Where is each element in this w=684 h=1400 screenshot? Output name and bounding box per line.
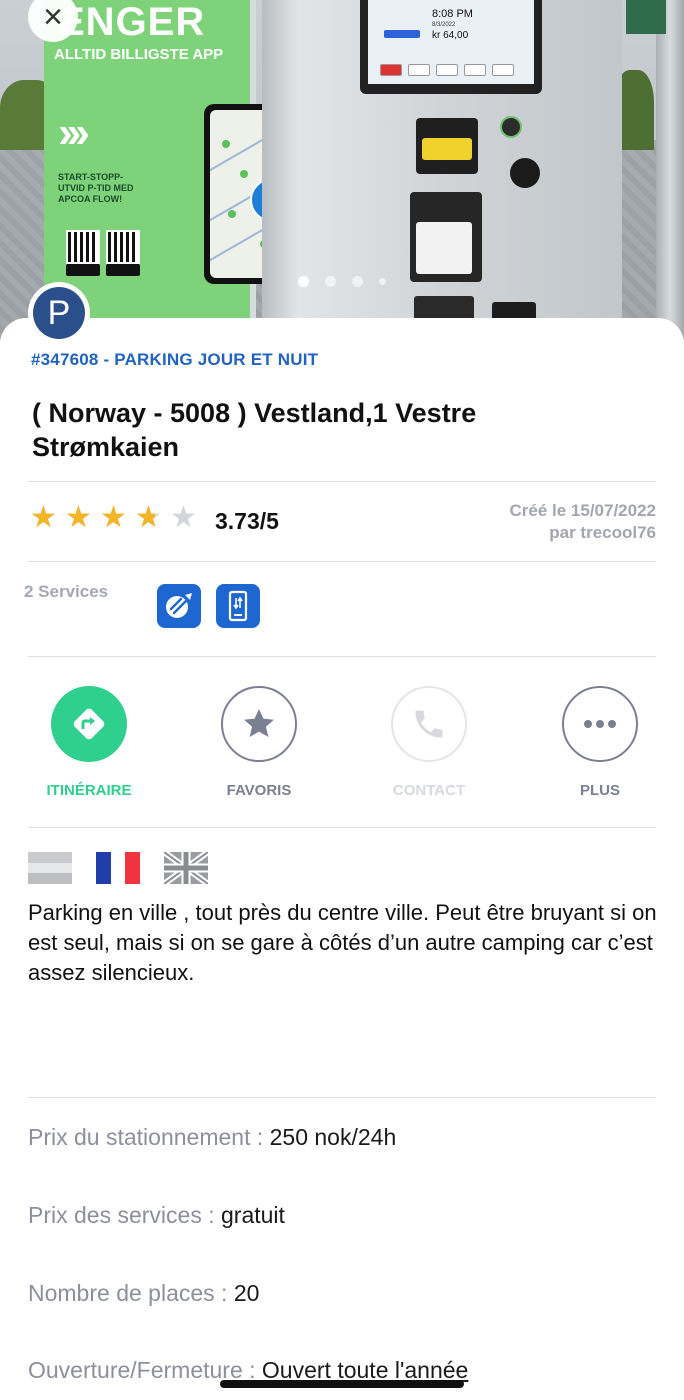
star-icon: ★★ <box>170 501 197 534</box>
parking-price-value: 250 nok/24h <box>269 1124 397 1150</box>
carousel-dots <box>0 276 684 287</box>
rating-value: 3.73/5 <box>215 508 279 534</box>
created-author[interactable]: par trecool76 <box>509 522 656 544</box>
poster-arrows-icon: ››› <box>58 108 90 157</box>
star-icon: ★★ <box>30 501 57 534</box>
place-title: ( Norway - 5008 ) Vestland,1 Vestre Strø… <box>32 398 477 462</box>
machine-amount: kr 64,00 <box>432 30 469 41</box>
favorites-button[interactable]: FAVORIS <box>189 686 329 799</box>
more-icon <box>562 686 638 762</box>
parking-type-badge: P <box>28 282 90 344</box>
place-photo-carousel[interactable]: ENGER ALLTID BILLIGSTE APP ››› START-STO… <box>0 0 684 340</box>
carousel-dot[interactable] <box>298 276 309 287</box>
street-sign <box>626 0 666 34</box>
more-button[interactable]: PLUS <box>530 686 670 799</box>
language-selector <box>28 849 210 887</box>
phone-icon <box>391 686 467 762</box>
rating-stars: ★★★★★★★★★★ <box>30 501 197 534</box>
divider <box>28 656 656 657</box>
pole <box>656 0 684 340</box>
directions-label: ITINÉRAIRE <box>46 782 132 799</box>
place-description: Parking en ville , tout près du centre v… <box>28 900 657 985</box>
qr-code-icon <box>106 230 140 264</box>
favorites-label: FAVORIS <box>226 782 292 799</box>
services-label: 2 Services <box>24 582 109 601</box>
divider <box>28 1097 656 1098</box>
poster-subtitle: ALLTID BILLIGSTE APP <box>54 46 224 63</box>
parking-icon: P <box>33 287 85 339</box>
google-play-badge-icon <box>106 264 140 276</box>
qr-code-icon <box>66 230 100 264</box>
divider <box>28 481 656 482</box>
poster-steps: START-STOPP-UTVID P-TID MED APCOA FLOW! <box>58 172 134 204</box>
power-icon <box>500 116 522 138</box>
directions-button[interactable]: ITINÉRAIRE <box>19 686 159 799</box>
mobile-payment-icon[interactable] <box>216 584 260 628</box>
poster-headline: ENGER <box>58 0 206 44</box>
services-price-row: Prix des services : gratuit <box>28 1202 285 1229</box>
close-icon: × <box>43 0 63 36</box>
carousel-dot[interactable] <box>352 276 363 287</box>
contact-label: CONTACT <box>392 782 466 799</box>
contactless-reader <box>416 118 478 174</box>
action-bar: ITINÉRAIRE FAVORIS CONTACT PLUS <box>0 686 684 806</box>
parking-machine: 8:08 PM 8/3/2022 kr 64,00 <box>262 0 622 340</box>
places-count-label: Nombre de places : <box>28 1280 234 1306</box>
machine-screen: 8:08 PM 8/3/2022 kr 64,00 <box>368 0 534 84</box>
carousel-dot[interactable] <box>325 276 336 287</box>
france-flag-icon[interactable] <box>96 852 140 884</box>
parking-price-row: Prix du stationnement : 250 nok/24h <box>28 1124 396 1151</box>
app-store-badge-icon <box>66 264 100 276</box>
machine-date: 8/3/2022 <box>432 22 456 28</box>
star-icon <box>221 686 297 762</box>
keypad <box>416 222 472 274</box>
created-info: Créé le 15/07/2022 par trecool76 <box>509 500 656 544</box>
created-date: Créé le 15/07/2022 <box>509 501 656 520</box>
coin-slot <box>510 158 540 188</box>
star-icon: ★★ <box>100 501 127 534</box>
uk-flag-icon[interactable] <box>162 849 210 887</box>
place-id: #347608 - PARKING JOUR ET NUIT <box>31 350 319 369</box>
directions-icon <box>51 686 127 762</box>
apcoa-poster: ENGER ALLTID BILLIGSTE APP ››› START-STO… <box>44 0 288 318</box>
places-count-row: Nombre de places : 20 <box>28 1280 259 1307</box>
generic-flag-icon[interactable] <box>28 852 72 884</box>
star-icon: ★★ <box>135 501 162 534</box>
divider <box>28 561 656 562</box>
star-icon: ★★ <box>65 501 92 534</box>
machine-time: 8:08 PM <box>432 8 473 20</box>
carousel-dot[interactable] <box>379 278 386 285</box>
divider <box>28 827 656 828</box>
parking-price-label: Prix du stationnement : <box>28 1124 270 1150</box>
services-price-label: Prix des services : <box>28 1202 221 1228</box>
places-count-value: 20 <box>233 1280 260 1306</box>
services-price-value: gratuit <box>221 1202 285 1228</box>
contact-button[interactable]: CONTACT <box>359 686 499 799</box>
home-indicator[interactable] <box>220 1380 464 1388</box>
parking-permit-icon[interactable] <box>157 584 201 628</box>
more-label: PLUS <box>579 782 620 799</box>
